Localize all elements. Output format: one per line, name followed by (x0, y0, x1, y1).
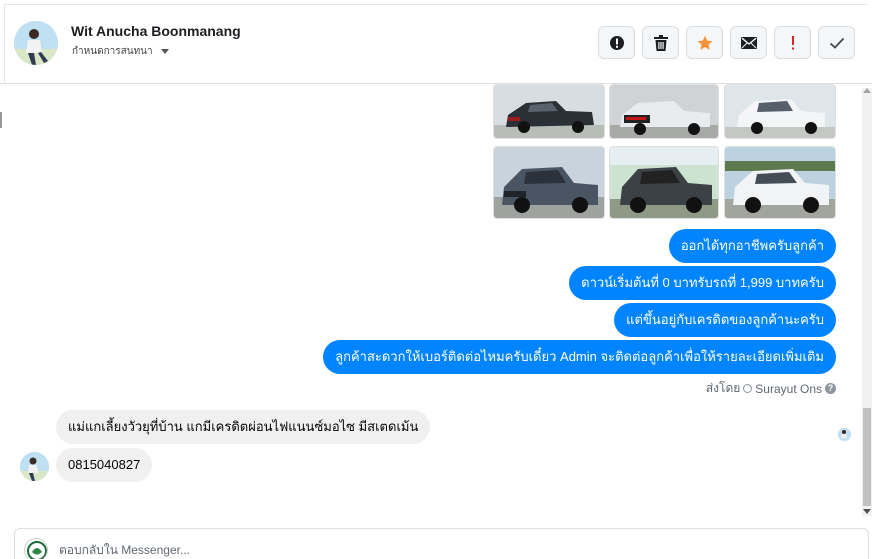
frame-border (4, 4, 5, 84)
scroll-thumb[interactable] (863, 408, 871, 506)
incoming-message[interactable]: 0815040827 (56, 448, 153, 482)
star-icon (697, 35, 712, 50)
message-scrollbar[interactable] (862, 88, 872, 516)
truck-photo[interactable] (493, 146, 605, 219)
exclamation-icon (791, 35, 794, 49)
conversation-options-dropdown[interactable]: กำหนดการสนทนา (72, 44, 169, 59)
delete-button[interactable] (642, 26, 679, 59)
sender-avatar[interactable] (20, 452, 49, 481)
frame-border (4, 4, 868, 5)
page-logo-icon (24, 538, 48, 559)
star-button[interactable] (686, 26, 723, 59)
mark-done-button[interactable] (818, 26, 855, 59)
scroll-up-arrow-icon[interactable] (863, 88, 871, 93)
outgoing-message[interactable]: ออกได้ทุกอาชีพครับลูกค้า (668, 229, 836, 263)
report-button[interactable] (598, 26, 635, 59)
trash-icon (653, 34, 668, 51)
outgoing-message[interactable]: ลูกค้าสะดวกให้เบอร์ติดต่อไหมครับเดี๋ยว A… (323, 340, 836, 374)
caret-down-icon (160, 49, 169, 54)
truck-photo[interactable] (609, 146, 719, 219)
contact-name[interactable]: Wit Anucha Boonmanang (71, 23, 241, 39)
sent-by-name[interactable]: Surayut Ons (755, 382, 822, 396)
outgoing-message[interactable]: ดาวน์เริ่มต้นที่ 0 บาทรับรถที่ 1,999 บาท… (569, 266, 836, 300)
sent-by-prefix: ส่งโดย (705, 381, 741, 395)
reply-input[interactable]: ตอบกลับใน Messenger... (59, 541, 190, 559)
help-icon[interactable]: ? (825, 383, 836, 394)
alert-circle-icon (609, 35, 624, 50)
frame-edge (0, 112, 2, 128)
conversation-options-label: กำหนดการสนทนา (72, 46, 153, 57)
checkmark-icon (829, 37, 844, 49)
composer: ตอบกลับใน Messenger... (0, 520, 872, 559)
truck-photo[interactable] (609, 84, 719, 139)
mark-unread-button[interactable] (730, 26, 767, 59)
flag-important-button[interactable] (774, 26, 811, 59)
conversation-header: Wit Anucha Boonmanang กำหนดการสนทนา (0, 0, 872, 84)
scroll-down-arrow-icon[interactable] (863, 509, 871, 514)
truck-photo[interactable] (493, 84, 605, 139)
incoming-message[interactable]: แม่แกเลี้ยงวัวยุที่บ้าน แกมีเครดิตผ่อนไฟ… (56, 410, 431, 444)
page-badge-icon (743, 384, 753, 393)
truck-photo[interactable] (724, 146, 836, 219)
truck-photo[interactable] (724, 84, 836, 139)
header-actions (598, 26, 855, 59)
envelope-icon (740, 36, 757, 49)
contact-avatar[interactable] (14, 21, 58, 65)
seen-indicator-avatar (838, 428, 851, 441)
sent-by-info: ส่งโดย Surayut Ons ? (706, 379, 836, 398)
reply-box[interactable]: ตอบกลับใน Messenger... (14, 528, 869, 559)
outgoing-message[interactable]: แต่ขึ้นอยู่กับเครดิตของลูกค้านะครับ (614, 303, 836, 337)
message-thread[interactable]: ออกได้ทุกอาชีพครับลูกค้า ดาวน์เริ่มต้นที… (0, 84, 872, 520)
